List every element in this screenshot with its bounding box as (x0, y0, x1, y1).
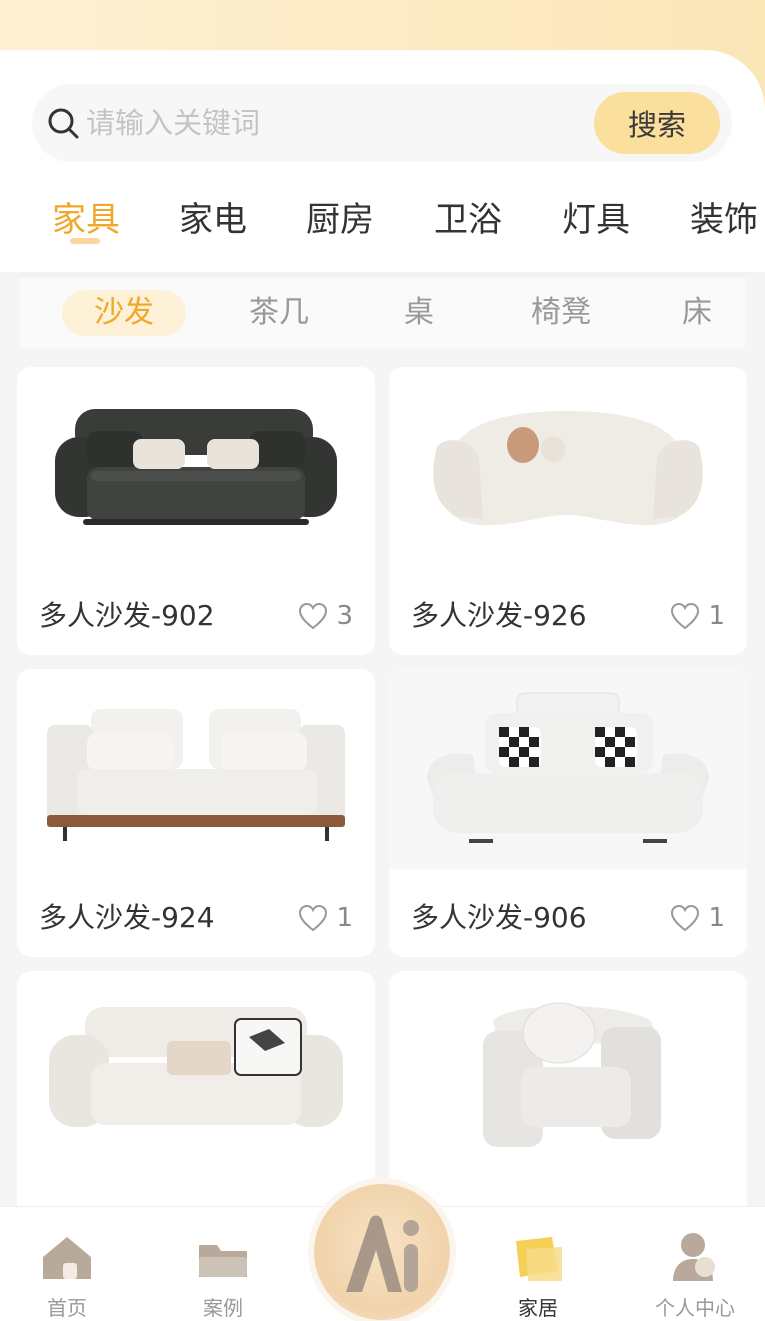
product-grid: 多人沙发-902 3 多人沙发-926 1 多人沙发-924 1 多人沙发-90… (0, 350, 765, 1210)
product-title: 多人沙发-924 (39, 901, 215, 934)
subcategory-bar: 沙发 茶几 桌 椅凳 床 (20, 278, 745, 348)
like-button[interactable]: 1 (298, 899, 353, 937)
product-title: 多人沙发-906 (411, 901, 587, 934)
subtab-coffee-table[interactable]: 茶几 (249, 290, 309, 336)
product-image (55, 409, 337, 525)
tab-cases[interactable]: 案例 (168, 1227, 278, 1319)
like-button[interactable]: 1 (670, 899, 725, 937)
heart-icon (671, 904, 700, 932)
subtab-chair[interactable]: 椅凳 (531, 290, 591, 336)
tab-home[interactable]: 首页 (12, 1227, 122, 1319)
search-input[interactable]: 请输入关键词 (86, 102, 260, 144)
tab-label-furniture: 家居 (518, 1296, 558, 1320)
product-title: 多人沙发-902 (39, 599, 215, 632)
ai-icon (346, 1215, 419, 1292)
tab-decoration[interactable]: 装饰 (690, 190, 758, 250)
active-tab-indicator (70, 238, 100, 244)
product-card[interactable] (389, 971, 747, 1210)
search-button[interactable]: 搜索 (594, 92, 720, 154)
tab-furniture-nav[interactable]: 家居 (483, 1227, 593, 1319)
product-card[interactable] (17, 971, 375, 1210)
like-count: 3 (336, 601, 353, 631)
heart-icon (299, 904, 328, 932)
product-card[interactable]: 多人沙发-906 1 (389, 669, 747, 957)
furniture-icon (516, 1237, 562, 1281)
like-button[interactable]: 3 (298, 597, 353, 635)
product-image (483, 1002, 661, 1147)
product-image (49, 1007, 343, 1127)
home-icon (43, 1237, 91, 1279)
search-icon (48, 108, 79, 139)
product-card[interactable]: 多人沙发-902 3 (17, 367, 375, 655)
tab-label-profile: 个人中心 (655, 1296, 735, 1320)
product-title: 多人沙发-926 (411, 599, 587, 632)
product-card[interactable]: 多人沙发-926 1 (389, 367, 747, 655)
folder-icon (199, 1245, 247, 1277)
like-count: 1 (708, 601, 725, 631)
tab-label-cases: 案例 (203, 1296, 243, 1320)
ai-button[interactable] (314, 1184, 450, 1320)
product-image (389, 669, 747, 869)
like-count: 1 (336, 903, 353, 933)
product-image (433, 411, 703, 526)
heart-icon (299, 602, 328, 630)
tab-appliances[interactable]: 家电 (179, 190, 247, 250)
search-bar[interactable]: 请输入关键词 搜索 (32, 84, 732, 162)
heart-icon (671, 602, 700, 630)
product-image (47, 709, 345, 841)
user-icon (673, 1233, 715, 1281)
subtab-bed[interactable]: 床 (682, 290, 712, 336)
like-button[interactable]: 1 (670, 597, 725, 635)
like-count: 1 (708, 903, 725, 933)
category-tabs: 家具 家电 厨房 卫浴 灯具 装饰 (0, 190, 765, 260)
tab-lighting[interactable]: 灯具 (562, 190, 630, 250)
tab-profile[interactable]: 个人中心 (640, 1227, 750, 1319)
product-card[interactable]: 多人沙发-924 1 (17, 669, 375, 957)
tab-kitchen[interactable]: 厨房 (306, 190, 374, 250)
tab-bathroom[interactable]: 卫浴 (434, 190, 502, 250)
subtab-sofa[interactable]: 沙发 (62, 290, 186, 336)
subtab-table[interactable]: 桌 (404, 290, 434, 336)
tab-label-home: 首页 (47, 1296, 87, 1320)
